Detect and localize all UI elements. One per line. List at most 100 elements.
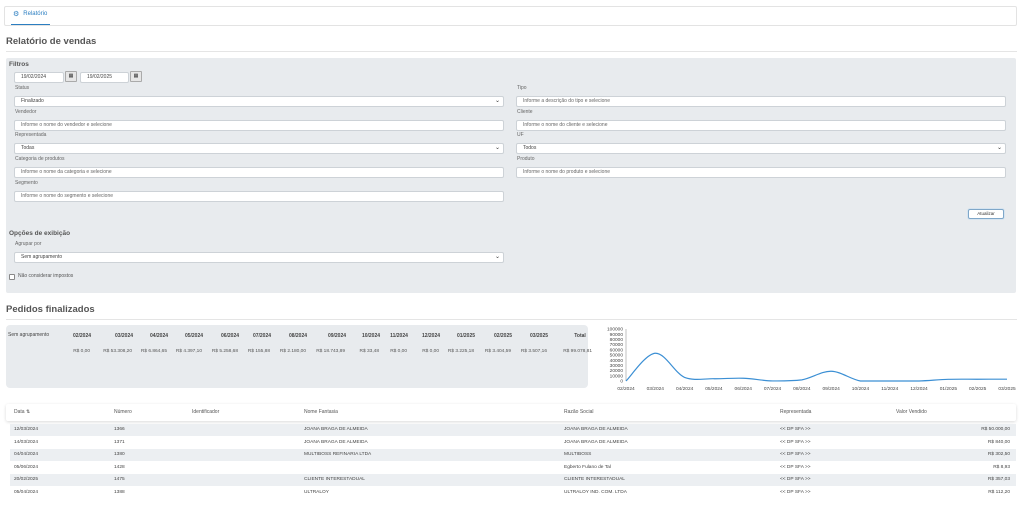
header-identificador[interactable]: Identificador	[192, 409, 219, 415]
summary-column-header: 09/2024	[327, 333, 347, 339]
cell-representada: << DP SFA >>	[780, 489, 811, 495]
y-tick-label: 70000	[610, 342, 624, 348]
y-tick-label: 80000	[610, 337, 624, 343]
cell-razao: ULTRALOY IND. COM. LTDA	[564, 489, 627, 495]
uf-select[interactable]: Todos ⌄	[516, 143, 1006, 154]
summary-column-header: 10/2024	[361, 333, 381, 339]
x-tick-label: 05/2024	[705, 386, 723, 392]
status-label: Status	[15, 85, 30, 91]
table-row[interactable]: 04/04/2024 1380 MULTIBOSS REFINARIA LTDA MU…	[10, 449, 1016, 461]
summary-value: R$ 0,00	[73, 349, 90, 354]
gear-icon: ⚙	[13, 11, 20, 18]
status-select[interactable]: Finalizado ⌄	[14, 96, 504, 107]
categoria-label: Categoria de produtos	[15, 156, 65, 162]
x-tick-label: 11/2024	[881, 386, 898, 392]
cell-valor: R$ 50.000,00	[981, 427, 1010, 432]
group-select[interactable]: Sem agrupamento ⌄	[14, 252, 504, 263]
chevron-down-icon: ⌄	[996, 145, 1002, 151]
x-tick-label: 02/2025	[969, 386, 987, 392]
cell-numero: 1428	[114, 464, 125, 470]
categoria-input[interactable]: Informe o nome da categoria e selecione	[14, 167, 504, 178]
header-data[interactable]: Data ⇅	[14, 409, 30, 415]
x-tick-label: 02/2024	[617, 386, 635, 392]
cell-fantasia: MULTIBOSS REFINARIA LTDA	[304, 452, 372, 457]
tab-relatorio[interactable]: ⚙ Relatório	[11, 11, 51, 25]
divider	[6, 319, 1017, 320]
calendar-icon: ▦	[133, 73, 139, 79]
header-valor-vendido[interactable]: Valor Vendido	[896, 409, 927, 415]
cell-fantasia: ULTRALOY	[304, 489, 329, 495]
summary-value: R$ 3.507,16	[520, 349, 547, 354]
summary-column-header: 04/2024	[149, 333, 169, 339]
representada-select[interactable]: Todas ⌄	[14, 143, 504, 154]
summary-column-header: 06/2024	[220, 333, 240, 339]
calendar-from-button[interactable]: ▦	[65, 71, 77, 82]
date-from-input[interactable]: 19/02/2024	[14, 72, 64, 83]
y-tick-label: 50000	[610, 353, 624, 359]
summary-column-header: Total	[574, 333, 586, 339]
cell-representada: << DP SFA >>	[780, 439, 811, 445]
date-to-input[interactable]: 19/02/2025	[80, 72, 129, 83]
cell-data: 05/06/2024	[14, 464, 39, 470]
y-tick-label: 100000	[607, 327, 623, 333]
cell-razao: JOANA BRAGA DE ALMEIDA	[564, 427, 628, 432]
cell-numero: 1388	[114, 489, 125, 495]
header-numero[interactable]: Número	[114, 409, 132, 415]
series-line	[625, 352, 1008, 382]
x-tick-label: 04/2024	[676, 386, 694, 392]
x-tick-label: 12/2024	[910, 386, 928, 392]
x-tick-label: 08/2024	[793, 386, 811, 392]
cell-representada: << DP SFA >>	[780, 464, 811, 470]
summary-column-header: 01/2025	[456, 333, 476, 339]
calendar-to-button[interactable]: ▦	[130, 71, 142, 82]
produto-input[interactable]: Informe o nome do produto e selecione	[516, 167, 1006, 178]
page-title: Relatório de vendas	[6, 36, 97, 47]
cell-representada: << DP SFA >>	[780, 477, 811, 482]
table-row[interactable]: 05/06/2024 1428 Egberto Fulano de Tal << DP…	[10, 462, 1016, 474]
cell-numero: 1366	[114, 427, 125, 432]
table-row[interactable]: 20/02/2025 1475 CLIENTE INTERESTADUAL CLIEN…	[10, 474, 1016, 486]
cell-fantasia: JOANA BRAGA DE ALMEIDA	[304, 439, 368, 445]
summary-column-header: 03/2025	[529, 333, 549, 339]
summary-column-header: 11/2024	[390, 333, 408, 339]
tipo-input[interactable]: Informe a descrição do tipo e selecione	[516, 96, 1006, 107]
status-value: Finalizado	[21, 98, 44, 104]
x-tick-label: 10/2024	[852, 386, 870, 392]
summary-column-header: 02/2025	[493, 333, 513, 339]
y-tick-label: 0	[620, 379, 623, 385]
vendedor-input[interactable]: Informe o nome do vendedor e selecione	[14, 120, 504, 131]
cell-valor: R$ 840,00	[987, 439, 1010, 445]
display-options-title: Opções de exibição	[9, 230, 71, 237]
header-representada[interactable]: Representada	[780, 409, 811, 415]
atualizar-button[interactable]: Atualizar	[968, 209, 1004, 219]
x-tick-label: 03/2024	[647, 386, 665, 392]
impostos-checkbox[interactable]	[9, 274, 15, 280]
y-tick-label: 10000	[610, 373, 624, 379]
cell-fantasia: CLIENTE INTERESTADUAL	[304, 477, 365, 482]
summary-column-header: 08/2024	[288, 333, 308, 339]
cell-numero: 1371	[114, 439, 125, 445]
uf-value: Todos	[523, 145, 537, 151]
cell-data: 20/02/2025	[14, 477, 39, 482]
x-tick-label: 09/2024	[822, 386, 840, 392]
representada-label: Representada	[15, 132, 47, 138]
table-row[interactable]: 14/03/2024 1371 JOANA BRAGA DE ALMEIDA JOAN…	[10, 437, 1016, 449]
sort-icon[interactable]: ⇅	[26, 409, 30, 415]
cell-fantasia: JOANA BRAGA DE ALMEIDA	[304, 427, 368, 432]
cliente-label: Cliente	[517, 109, 533, 115]
table-row[interactable]: 12/03/2024 1366 JOANA BRAGA DE ALMEIDA JOAN…	[10, 424, 1016, 436]
header-nome-fantasia[interactable]: Nome Fantasia	[304, 409, 338, 415]
chevron-down-icon: ⌄	[494, 145, 500, 151]
filters-title: Filtros	[9, 61, 29, 68]
table-row[interactable]: 05/04/2024 1388 ULTRALOY ULTRALOY IND. COM.…	[10, 487, 1016, 499]
summary-value: R$ 3.225,18	[447, 349, 474, 354]
cell-razao: Egberto Fulano de Tal	[564, 464, 611, 470]
cliente-input[interactable]: Informe o nome do cliente e selecione	[516, 120, 1006, 131]
segmento-input[interactable]: Informe o nome do segmento e selecione	[14, 191, 504, 202]
cell-data: 12/03/2024	[14, 427, 39, 432]
group-label: Agrupar por	[15, 241, 42, 247]
summary-value: R$ 99.078,81	[563, 349, 592, 354]
table-header: Data ⇅ Número Identificador Nome Fantasi…	[6, 404, 1016, 421]
header-razao-social[interactable]: Razão Social	[564, 409, 593, 415]
cell-razao: MULTIBOSS	[564, 452, 592, 457]
